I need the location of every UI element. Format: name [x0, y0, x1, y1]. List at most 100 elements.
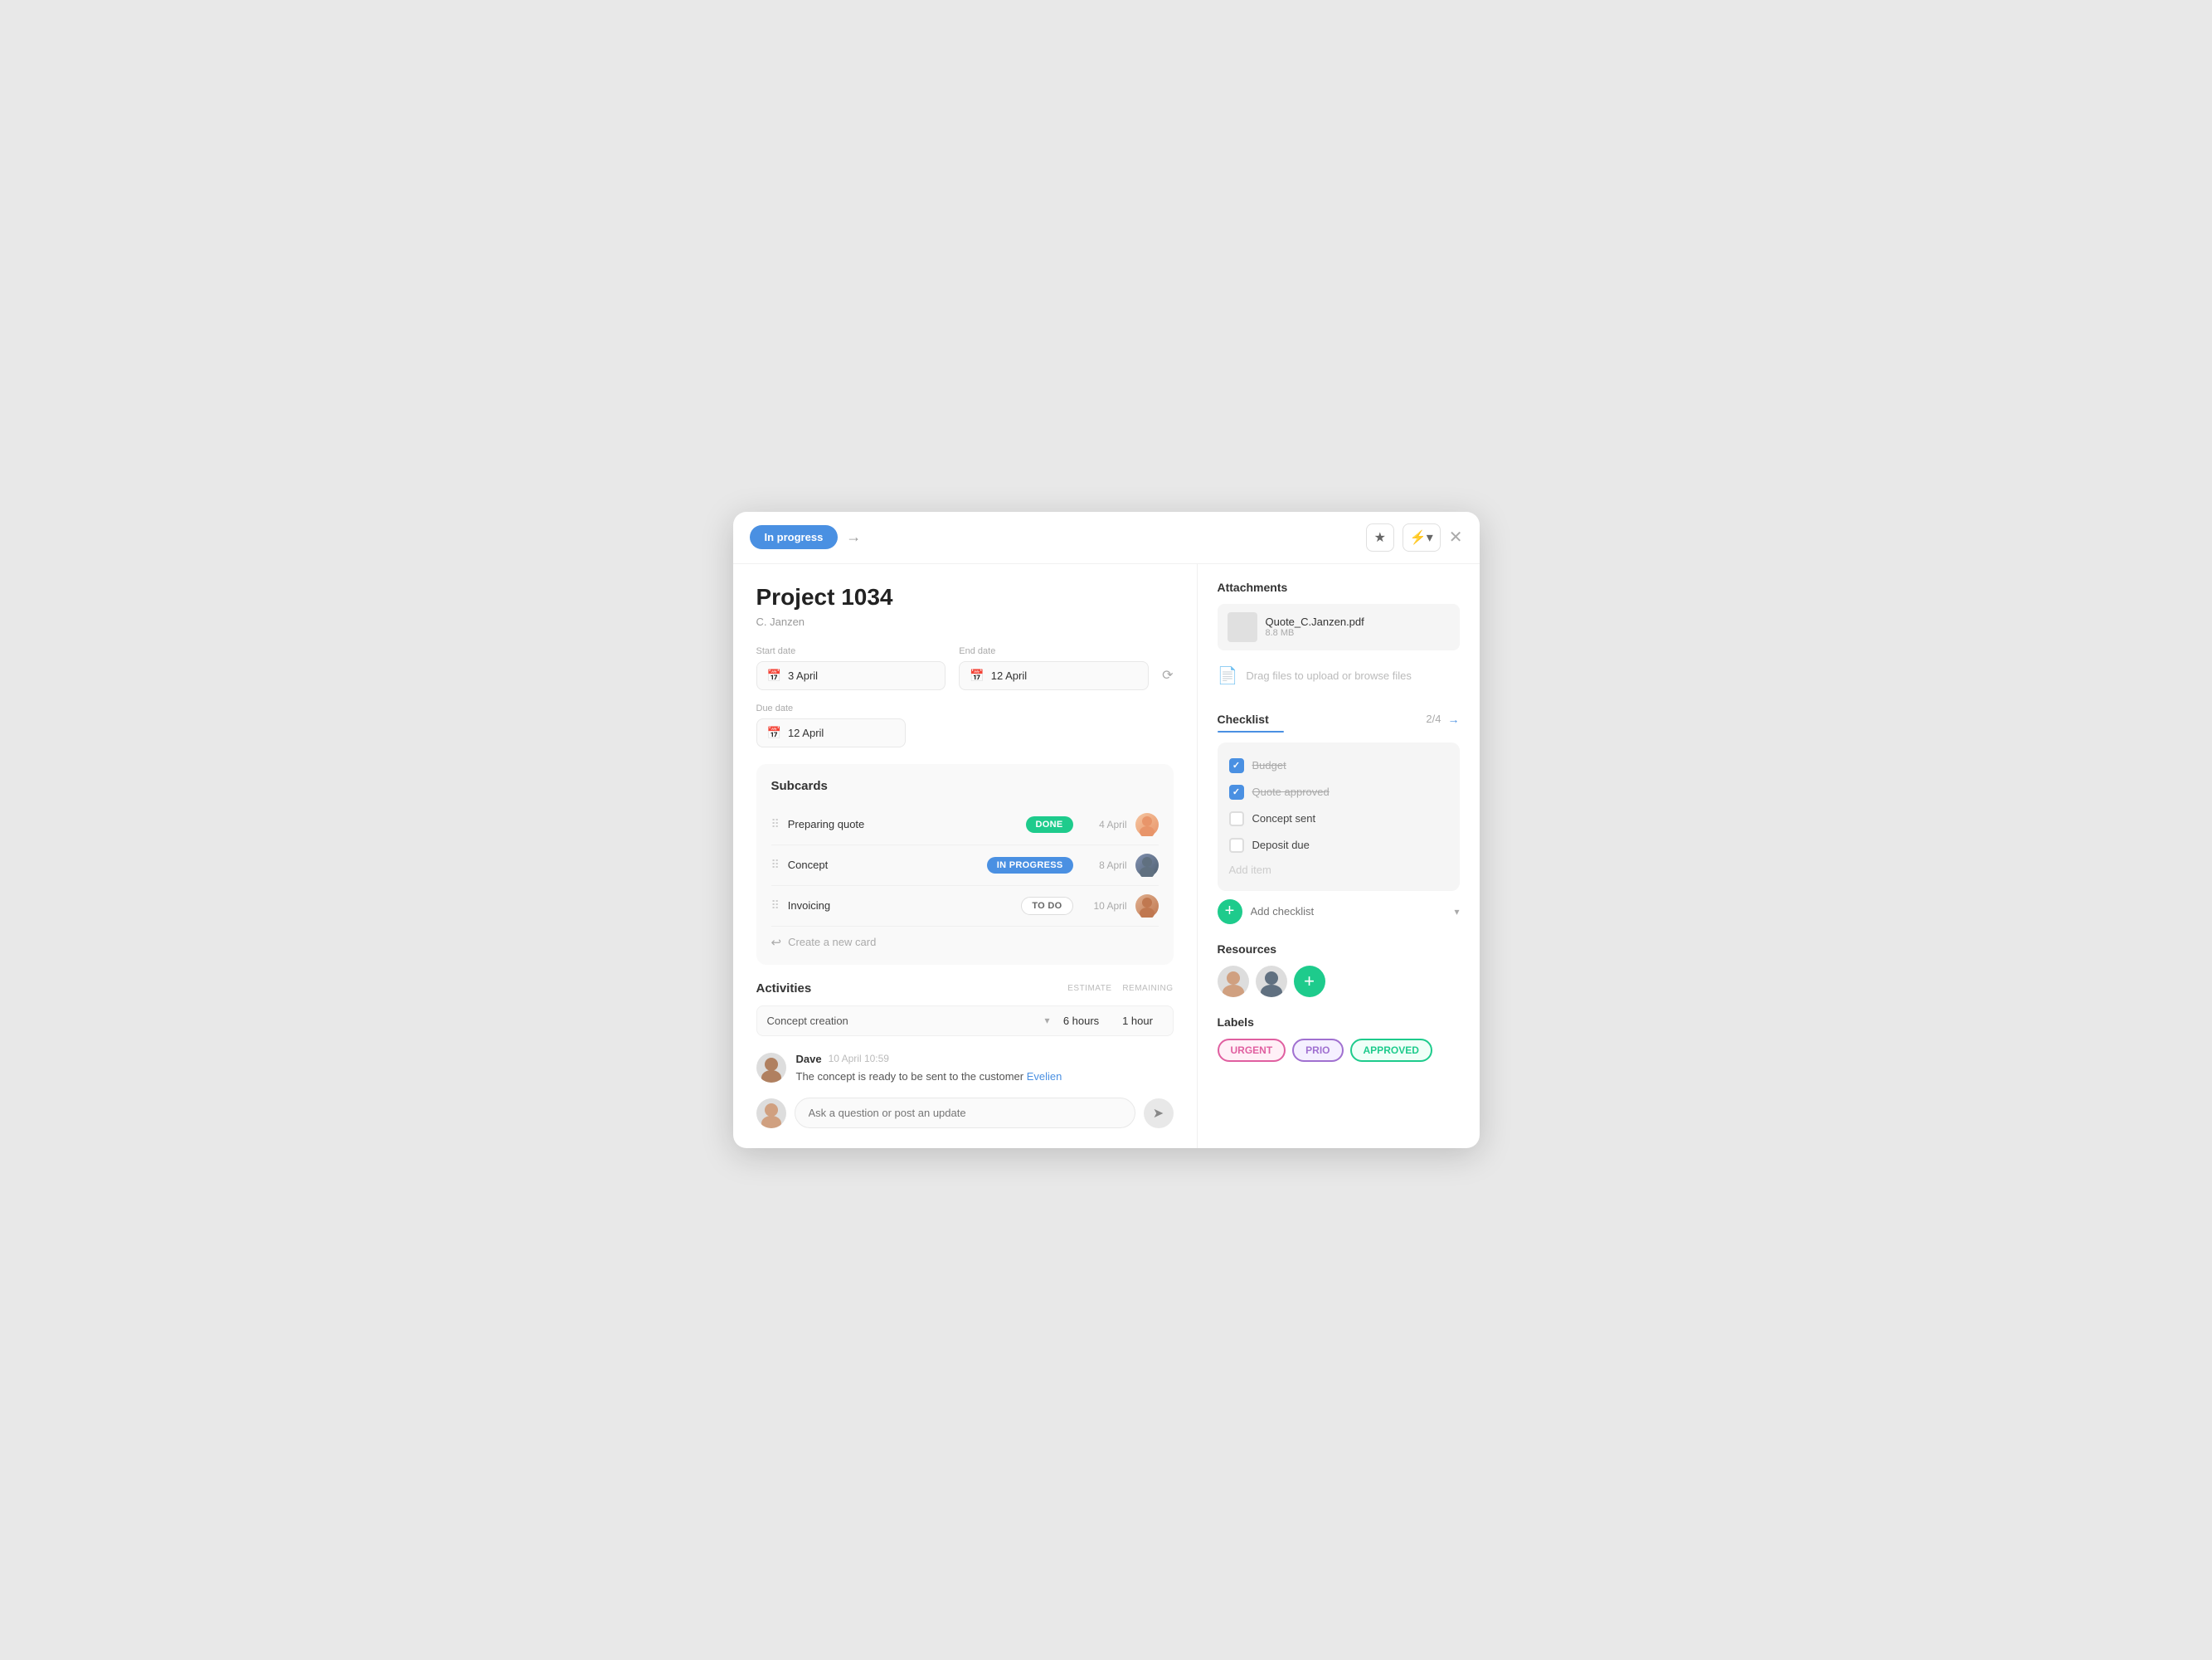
activity-estimate: 6 hours	[1057, 1015, 1106, 1027]
upload-label: Drag files to upload or browse files	[1246, 669, 1411, 682]
checklist-label-concept-sent: Concept sent	[1252, 812, 1316, 825]
subcard-badge-done: DONE	[1026, 816, 1073, 833]
checkbox-quote-approved[interactable]	[1229, 785, 1244, 800]
subcard-avatar	[1135, 854, 1159, 877]
comment-input-avatar	[756, 1098, 786, 1128]
resource-avatar-2	[1256, 966, 1287, 997]
subcard-name: Preparing quote	[788, 818, 1018, 830]
add-checklist-button[interactable]: +	[1218, 899, 1242, 924]
checklist-header: Checklist 2/4 →	[1218, 713, 1460, 726]
due-date-row: Due date 📅 12 April	[756, 703, 1174, 747]
lightning-icon: ⚡	[1410, 529, 1427, 546]
add-checklist-chevron-icon: ▾	[1454, 906, 1459, 918]
subcard-name: Concept	[788, 859, 979, 871]
checklist-section: Checklist 2/4 → Budget Quote appr	[1218, 713, 1460, 924]
end-date-field: End date 📅 12 April	[959, 646, 1149, 690]
comment-input[interactable]	[795, 1098, 1135, 1128]
resource-avatar-1	[1218, 966, 1249, 997]
subcards-title: Subcards	[771, 779, 1159, 793]
checklist-item: Budget	[1229, 752, 1448, 779]
add-checklist-input[interactable]	[1251, 905, 1446, 918]
activity-remaining: 1 hour	[1113, 1015, 1163, 1027]
checklist-label-quote-approved: Quote approved	[1252, 786, 1330, 798]
due-date-value: 12 April	[788, 727, 824, 739]
activity-select[interactable]: Concept creation	[767, 1015, 1038, 1027]
subcard-date: 4 April	[1082, 819, 1127, 830]
subcard-row: ⠿ Preparing quote DONE 4 April	[771, 805, 1159, 845]
subcard-avatar	[1135, 894, 1159, 918]
return-icon: ↩	[771, 935, 782, 950]
subcard-avatar	[1135, 813, 1159, 836]
upload-area[interactable]: 📄 Drag files to upload or browse files	[1218, 657, 1460, 694]
lightning-button[interactable]: ⚡ ▾	[1403, 523, 1441, 552]
subcard-badge-inprogress: IN PROGRESS	[987, 857, 1073, 874]
modal: In progress → ★ ⚡ ▾ ✕ Project 1034 C. Ja…	[733, 512, 1480, 1149]
resources-row: +	[1218, 966, 1460, 997]
drag-handle[interactable]: ⠿	[771, 898, 780, 913]
comment-author: Dave	[796, 1053, 822, 1065]
end-date-value: 12 April	[991, 669, 1027, 682]
checklist-progress-row: 2/4 →	[1426, 713, 1459, 726]
comment-body: Dave 10 April 10:59 The concept is ready…	[796, 1053, 1174, 1085]
comment-link[interactable]: Evelien	[1027, 1070, 1062, 1083]
comment-time: 10 April 10:59	[829, 1053, 889, 1064]
label-urgent[interactable]: URGENT	[1218, 1039, 1286, 1062]
due-date-label: Due date	[756, 703, 906, 713]
attachment-size: 8.8 MB	[1266, 628, 1450, 638]
due-date-field: Due date 📅 12 April	[756, 703, 906, 747]
add-checklist-row: + ▾	[1218, 899, 1460, 924]
calendar-icon-due: 📅	[767, 726, 781, 740]
end-date-input[interactable]: 📅 12 April	[959, 661, 1149, 690]
activity-row: Concept creation ▾ 6 hours 1 hour	[756, 1005, 1174, 1036]
close-button[interactable]: ✕	[1449, 529, 1463, 546]
status-button[interactable]: In progress	[750, 525, 839, 549]
start-date-label: Start date	[756, 646, 946, 656]
upload-icon: 📄	[1218, 665, 1238, 686]
checkbox-deposit-due[interactable]	[1229, 838, 1244, 853]
main-content: Project 1034 C. Janzen Start date 📅 3 Ap…	[733, 564, 1480, 1149]
remaining-label: REMAINING	[1116, 984, 1174, 993]
pdf-icon	[1228, 612, 1257, 642]
refresh-button[interactable]: ⟳	[1162, 646, 1173, 690]
left-panel: Project 1034 C. Janzen Start date 📅 3 Ap…	[733, 564, 1198, 1149]
comment-avatar	[756, 1053, 786, 1083]
dates-row: Start date 📅 3 April End date 📅 12 April…	[756, 646, 1174, 690]
comment-item: Dave 10 April 10:59 The concept is ready…	[756, 1053, 1174, 1085]
labels-row: URGENT PRIO APPROVED	[1218, 1039, 1460, 1062]
add-resource-button[interactable]: +	[1294, 966, 1325, 997]
subcard-date: 10 April	[1082, 900, 1127, 912]
labels-section: Labels URGENT PRIO APPROVED	[1218, 1015, 1460, 1062]
checklist-underline	[1218, 731, 1284, 733]
star-button[interactable]: ★	[1366, 523, 1394, 552]
top-bar-left: In progress →	[750, 525, 862, 549]
checkbox-budget[interactable]	[1229, 758, 1244, 773]
checklist-item: Deposit due	[1229, 832, 1448, 859]
due-date-input[interactable]: 📅 12 April	[756, 718, 906, 747]
checklist-progress: 2/4	[1426, 713, 1441, 725]
drag-handle[interactable]: ⠿	[771, 858, 780, 872]
checkbox-concept-sent[interactable]	[1229, 811, 1244, 826]
end-date-label: End date	[959, 646, 1149, 656]
start-date-field: Start date 📅 3 April	[756, 646, 946, 690]
comment-text: The concept is ready to be sent to the c…	[796, 1069, 1174, 1085]
add-item-label[interactable]: Add item	[1229, 859, 1448, 881]
label-approved[interactable]: APPROVED	[1350, 1039, 1432, 1062]
create-card-row[interactable]: ↩ Create a new card	[771, 927, 1159, 950]
checklist-item: Quote approved	[1229, 779, 1448, 806]
label-prio[interactable]: PRIO	[1292, 1039, 1343, 1062]
checklist-arrow-icon[interactable]: →	[1448, 713, 1460, 726]
start-date-input[interactable]: 📅 3 April	[756, 661, 946, 690]
arrow-button[interactable]: →	[846, 528, 861, 546]
star-icon: ★	[1374, 529, 1386, 546]
estimate-label: ESTIMATE	[1054, 984, 1112, 993]
top-bar: In progress → ★ ⚡ ▾ ✕	[733, 512, 1480, 564]
comment-header: Dave 10 April 10:59	[796, 1053, 1174, 1065]
send-button[interactable]: ➤	[1144, 1098, 1174, 1128]
comment-input-row: ➤	[756, 1098, 1174, 1128]
checklist-label-budget: Budget	[1252, 759, 1286, 772]
subcard-date: 8 April	[1082, 859, 1127, 871]
drag-handle[interactable]: ⠿	[771, 817, 780, 831]
attachments-section: Attachments Quote_C.Janzen.pdf 8.8 MB	[1218, 581, 1460, 694]
attachment-info: Quote_C.Janzen.pdf 8.8 MB	[1266, 616, 1450, 638]
right-panel: Attachments Quote_C.Janzen.pdf 8.8 MB	[1198, 564, 1480, 1149]
